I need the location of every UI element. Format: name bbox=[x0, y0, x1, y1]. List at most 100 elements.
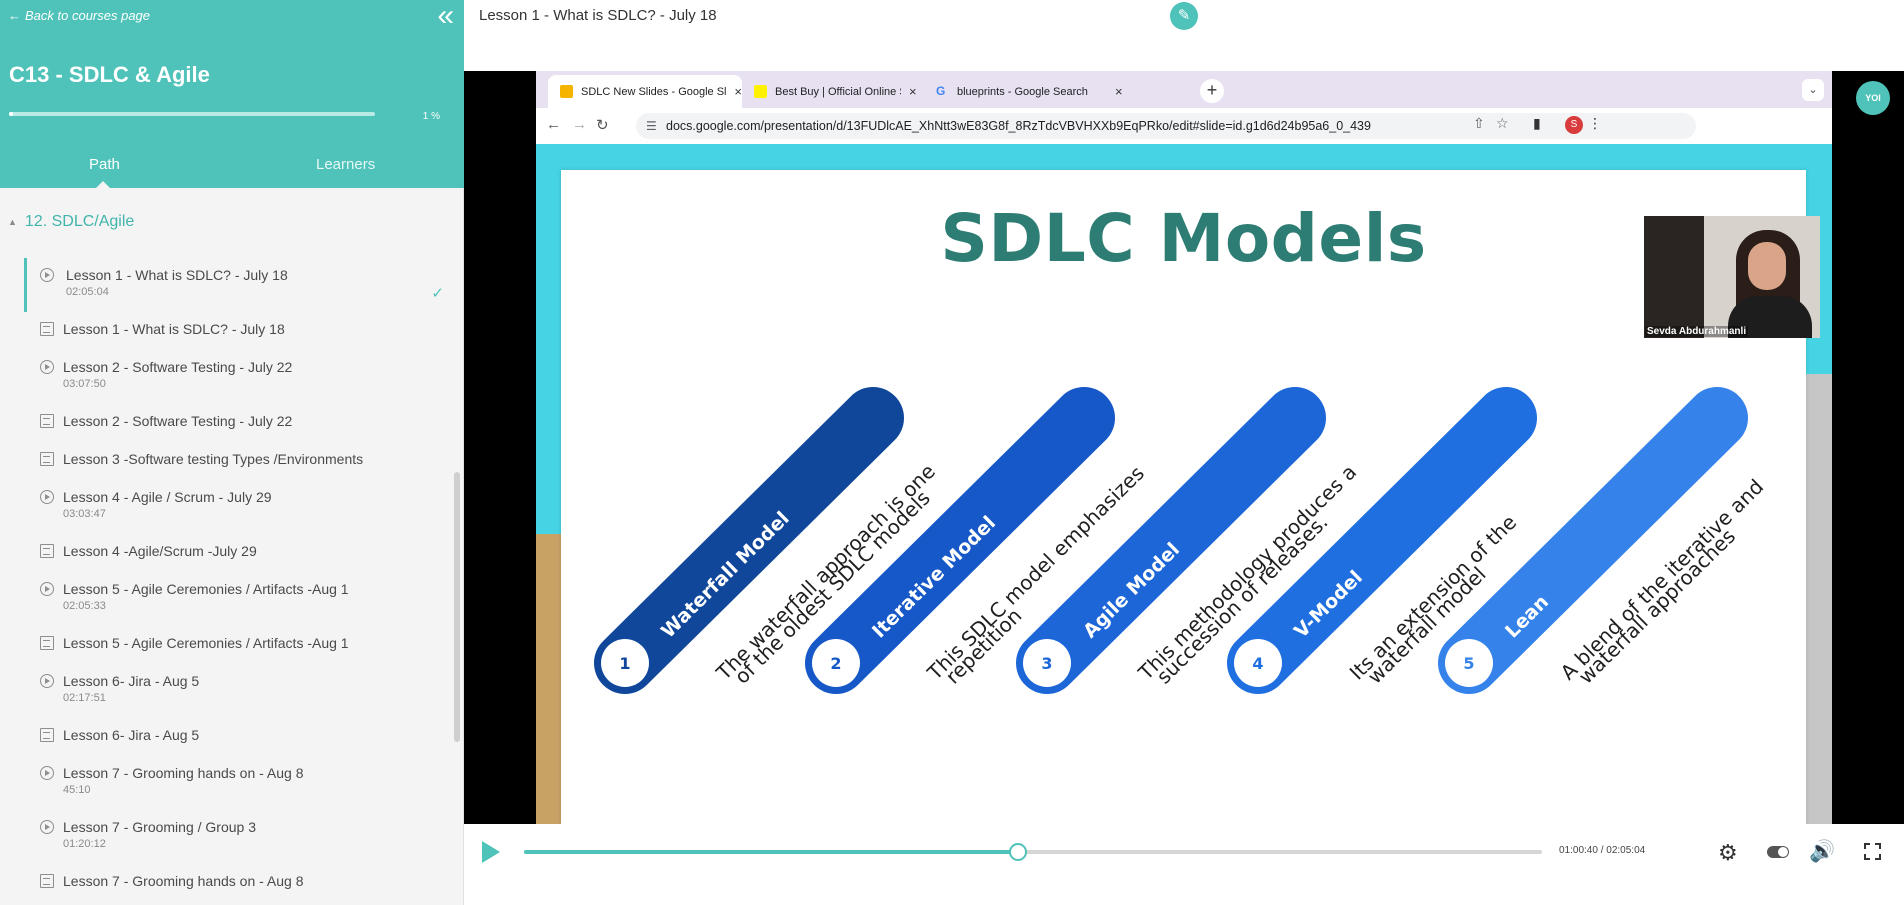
google-slides-favicon-icon bbox=[560, 85, 573, 98]
back-arrow-icon: ← bbox=[546, 116, 561, 133]
sdlc-models-graphic: 1Waterfall ModelThe waterfall approach i… bbox=[594, 387, 1768, 694]
lesson-item[interactable]: Lesson 4 - Agile / Scrum - July 29 03:03:… bbox=[24, 480, 454, 534]
lesson-item[interactable]: Lesson 6- Jira - Aug 5 02:17:51 bbox=[24, 664, 454, 718]
reload-icon: ↻ bbox=[596, 117, 609, 134]
model-number: 2 bbox=[830, 654, 841, 673]
seek-bar-progress bbox=[524, 850, 1018, 854]
lesson-duration: 01:20:12 bbox=[63, 838, 106, 850]
lesson-item[interactable]: Lesson 6- Jira - Aug 5 bbox=[24, 718, 454, 756]
close-icon: × bbox=[734, 84, 742, 99]
close-icon: × bbox=[909, 84, 917, 99]
tab-learners[interactable]: Learners bbox=[316, 156, 375, 173]
slide-decoration-right bbox=[1804, 374, 1832, 824]
lesson-title: Lesson 2 - Software Testing - July 22 bbox=[63, 413, 293, 429]
fullscreen-icon[interactable] bbox=[1864, 843, 1881, 860]
lesson-item[interactable]: Lesson 7 - Grooming hands on - Aug 8 45:1… bbox=[24, 756, 454, 810]
close-icon: × bbox=[1115, 84, 1123, 99]
model-number: 4 bbox=[1252, 654, 1263, 673]
lesson-item[interactable]: Lesson 5 - Agile Ceremonies / Artifacts … bbox=[24, 626, 454, 664]
webcam-background bbox=[1644, 216, 1704, 338]
video-player[interactable]: SDLC New Slides - Google Slides × Best B… bbox=[464, 71, 1904, 824]
document-lesson-icon bbox=[40, 414, 54, 428]
site-settings-icon: ☰ bbox=[646, 119, 657, 133]
lesson-title: Lesson 2 - Software Testing - July 22 bbox=[63, 359, 293, 375]
model-number: 5 bbox=[1463, 654, 1474, 673]
document-lesson-icon bbox=[40, 452, 54, 466]
video-lesson-icon bbox=[40, 674, 54, 688]
document-lesson-icon bbox=[40, 322, 54, 336]
sidebar-header: ← Back to courses page « C13 - SDLC & Ag… bbox=[0, 0, 464, 188]
player-controls: 01:00:40 / 02:05:04 ⚙ 🔊 bbox=[464, 824, 1904, 905]
browser-tab-title: SDLC New Slides - Google Slides bbox=[581, 85, 727, 98]
pencil-icon: ✎ bbox=[1177, 7, 1191, 24]
document-lesson-icon bbox=[40, 874, 54, 888]
volume-icon[interactable]: 🔊 bbox=[1809, 840, 1835, 864]
edit-button[interactable]: ✎ bbox=[1170, 2, 1198, 30]
browser-tab-slides: SDLC New Slides - Google Slides × bbox=[548, 75, 742, 108]
course-progress-percent: 1 % bbox=[422, 111, 440, 122]
lesson-item[interactable]: Lesson 5 - Agile Ceremonies / Artifacts … bbox=[24, 572, 454, 626]
lesson-duration: 03:03:47 bbox=[63, 508, 106, 520]
address-bar-url: docs.google.com/presentation/d/13FUDlcAE… bbox=[666, 119, 1371, 133]
lesson-item[interactable]: Lesson 3 -Software testing Types /Enviro… bbox=[24, 442, 454, 480]
star-icon: ☆ bbox=[1496, 115, 1509, 131]
lesson-item[interactable]: Lesson 7 - Grooming / Group 3 01:20:12 bbox=[24, 810, 454, 864]
lesson-duration: 02:05:33 bbox=[63, 600, 106, 612]
presentation-slide: SDLC Models 1 Waterfall Model The waterfal… bbox=[561, 170, 1806, 824]
browser-tab-title: blueprints - Google Search bbox=[957, 85, 1088, 98]
seek-bar-handle[interactable] bbox=[1008, 843, 1027, 861]
arrow-left-icon: ← bbox=[8, 8, 21, 23]
document-lesson-icon bbox=[40, 728, 54, 742]
video-lesson-icon bbox=[40, 490, 54, 504]
time-display: 01:00:40 / 02:05:04 bbox=[1559, 845, 1646, 856]
caret-up-icon: ▲ bbox=[8, 217, 17, 227]
player-logo: YOI bbox=[1856, 81, 1890, 115]
google-favicon-icon: G bbox=[936, 84, 946, 98]
lesson-title: Lesson 7 - Grooming / Group 3 bbox=[63, 819, 256, 835]
back-to-courses-link[interactable]: ← Back to courses page bbox=[8, 8, 150, 23]
back-link-label: Back to courses page bbox=[25, 8, 151, 23]
video-lesson-icon bbox=[40, 360, 54, 374]
lesson-duration: 03:07:50 bbox=[63, 378, 106, 390]
share-icon: ⇧ bbox=[1473, 115, 1485, 131]
model-number: 1 bbox=[619, 654, 630, 673]
lesson-item[interactable]: Lesson 1 - What is SDLC? - July 18 02:05:… bbox=[24, 258, 454, 312]
seek-bar[interactable] bbox=[524, 843, 1542, 861]
lesson-duration: 02:17:51 bbox=[63, 692, 106, 704]
lesson-item[interactable]: Lesson 2 - Software Testing - July 22 bbox=[24, 404, 454, 442]
section-header[interactable]: ▲ 12. SDLC/Agile bbox=[8, 213, 134, 231]
course-progress-fill bbox=[9, 112, 13, 116]
browser-tab-bestbuy: Best Buy | Official Online Store × bbox=[742, 75, 922, 108]
lesson-item[interactable]: Lesson 4 -Agile/Scrum -July 29 bbox=[24, 534, 454, 572]
lesson-title: Lesson 7 - Grooming hands on - Aug 8 bbox=[63, 765, 304, 781]
video-lesson-icon bbox=[40, 766, 54, 780]
shared-browser-window: SDLC New Slides - Google Slides × Best B… bbox=[536, 71, 1832, 824]
forward-arrow-icon: → bbox=[572, 116, 587, 133]
lesson-title: Lesson 6- Jira - Aug 5 bbox=[63, 727, 200, 743]
lesson-item[interactable]: Lesson 1 - What is SDLC? - July 18 bbox=[24, 312, 454, 350]
collapse-sidebar-button[interactable]: « bbox=[437, 0, 454, 32]
sidebar-scrollbar[interactable] bbox=[453, 190, 462, 742]
more-vert-icon: ⋮ bbox=[1588, 115, 1602, 131]
lesson-title: Lesson 1 - What is SDLC? - July 18 bbox=[66, 267, 288, 283]
course-sidebar: ← Back to courses page « C13 - SDLC & Ag… bbox=[0, 0, 464, 905]
autoplay-toggle[interactable] bbox=[1767, 846, 1789, 858]
lesson-title: Lesson 4 -Agile/Scrum -July 29 bbox=[63, 543, 257, 559]
tab-path[interactable]: Path bbox=[89, 156, 120, 173]
browser-tab-strip: SDLC New Slides - Google Slides × Best B… bbox=[536, 71, 1832, 108]
sidebar-scrollbar-thumb[interactable] bbox=[454, 472, 460, 742]
document-lesson-icon bbox=[40, 636, 54, 650]
lesson-item[interactable]: Lesson 7 - Grooming hands on - Aug 8 bbox=[24, 864, 454, 902]
section-title: 12. SDLC/Agile bbox=[24, 213, 135, 230]
webcam-person-face bbox=[1748, 242, 1786, 290]
play-icon[interactable] bbox=[482, 841, 500, 863]
app-root: ← Back to courses page « C13 - SDLC & Ag… bbox=[0, 0, 1904, 905]
course-progress-bar bbox=[9, 112, 375, 116]
lesson-item[interactable]: Lesson 2 - Software Testing - July 22 03:… bbox=[24, 350, 454, 404]
double-chevron-left-icon: « bbox=[437, 0, 454, 32]
gear-icon[interactable]: ⚙ bbox=[1718, 840, 1738, 866]
checkmark-icon: ✓ bbox=[431, 285, 444, 302]
video-lesson-icon bbox=[40, 582, 54, 596]
profile-avatar: S bbox=[1565, 116, 1583, 134]
bestbuy-favicon-icon bbox=[754, 85, 767, 98]
